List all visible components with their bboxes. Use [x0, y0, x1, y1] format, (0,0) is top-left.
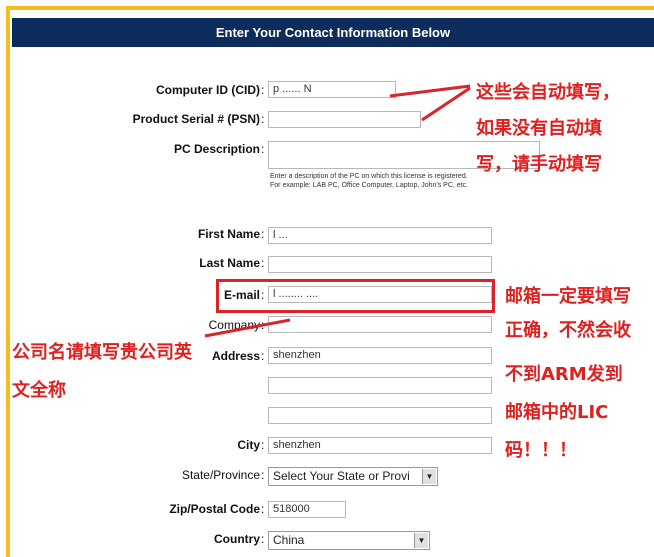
annotation-text: 文全称 — [12, 380, 66, 401]
annotation-arrow-line — [204, 318, 291, 338]
annotation-arrow-line — [421, 86, 471, 122]
annotation-text: 不到ARM发到 — [505, 364, 623, 385]
annotation-text: 正确，不然会收 — [505, 320, 631, 341]
annotation-text: 邮箱一定要填写 — [505, 286, 631, 307]
annotation-text: 这些会自动填写， — [476, 82, 620, 103]
annotation-text: 写，请手动填写 — [476, 154, 602, 175]
annotation-text: 公司名请填写贵公司英 — [12, 342, 192, 363]
annotation-text: 邮箱中的LIC — [505, 402, 609, 423]
annotation-text: 如果没有自动填 — [476, 118, 602, 139]
annotation-text: 码！！！ — [505, 440, 577, 461]
